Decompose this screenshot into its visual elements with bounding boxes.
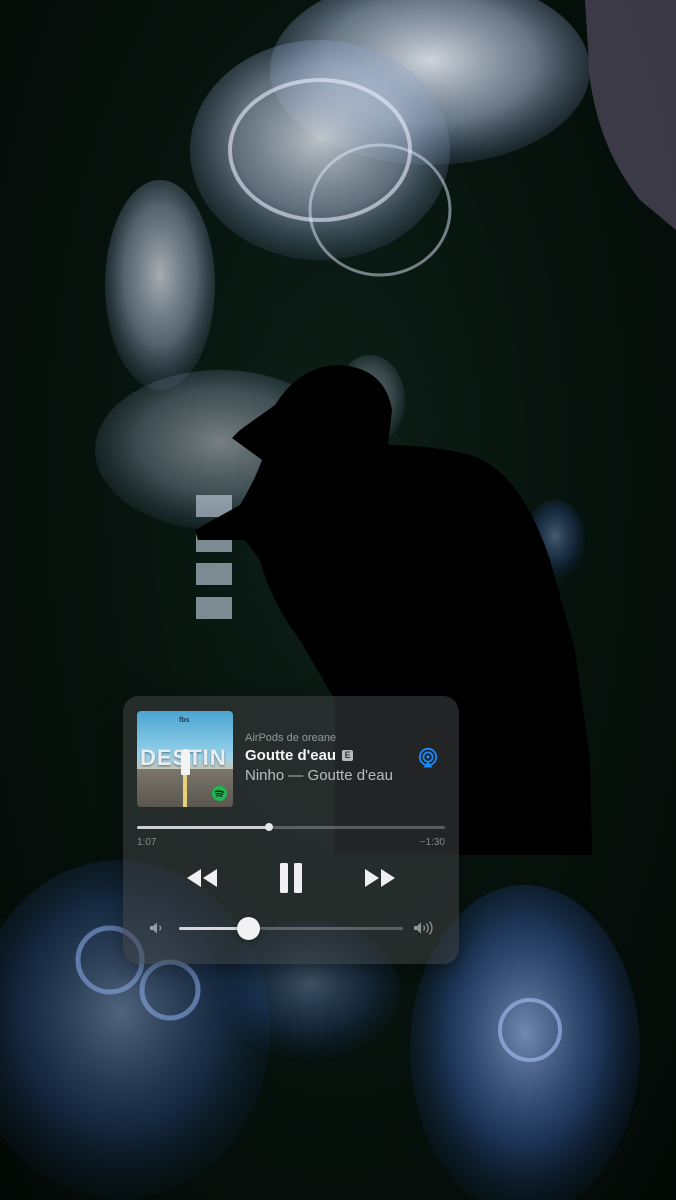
artwork-road-stripe (183, 771, 187, 807)
play-pause-button[interactable] (278, 861, 304, 895)
next-track-button[interactable] (363, 866, 397, 890)
artwork-figure (181, 749, 190, 775)
volume-slider[interactable] (179, 917, 403, 940)
progress-bar[interactable] (137, 823, 445, 831)
airplay-icon (418, 747, 438, 768)
progress-fill (137, 826, 270, 829)
speaker-low-icon (149, 921, 165, 935)
backward-icon (187, 869, 217, 887)
now-playing-widget: fbs DESTIN AirPods de oreane Goutte d'ea… (123, 696, 459, 964)
speaker-high-icon (413, 920, 437, 936)
artwork-brand: fbs (179, 717, 190, 724)
song-title-text: Goutte d'eau (245, 747, 337, 764)
remaining-time: −1:30 (419, 837, 445, 848)
previous-track-button[interactable] (185, 866, 219, 890)
volume-knob[interactable] (237, 917, 261, 940)
audio-route-label: AirPods de oreane (245, 732, 337, 744)
song-title: Goutte d'eau E (245, 747, 354, 764)
pause-icon (280, 863, 302, 893)
elapsed-time: 1:07 (137, 837, 157, 848)
explicit-badge: E (342, 750, 354, 761)
airplay-button[interactable] (417, 747, 439, 769)
spotify-icon (212, 786, 227, 801)
album-artwork[interactable]: fbs DESTIN (137, 711, 233, 807)
forward-icon (365, 869, 395, 887)
jellyfish-artwork (0, 0, 676, 1200)
progress-scrubber[interactable] (265, 823, 274, 831)
song-artist-album: Ninho — Goutte d'eau (245, 767, 393, 784)
wallpaper (0, 0, 676, 1200)
